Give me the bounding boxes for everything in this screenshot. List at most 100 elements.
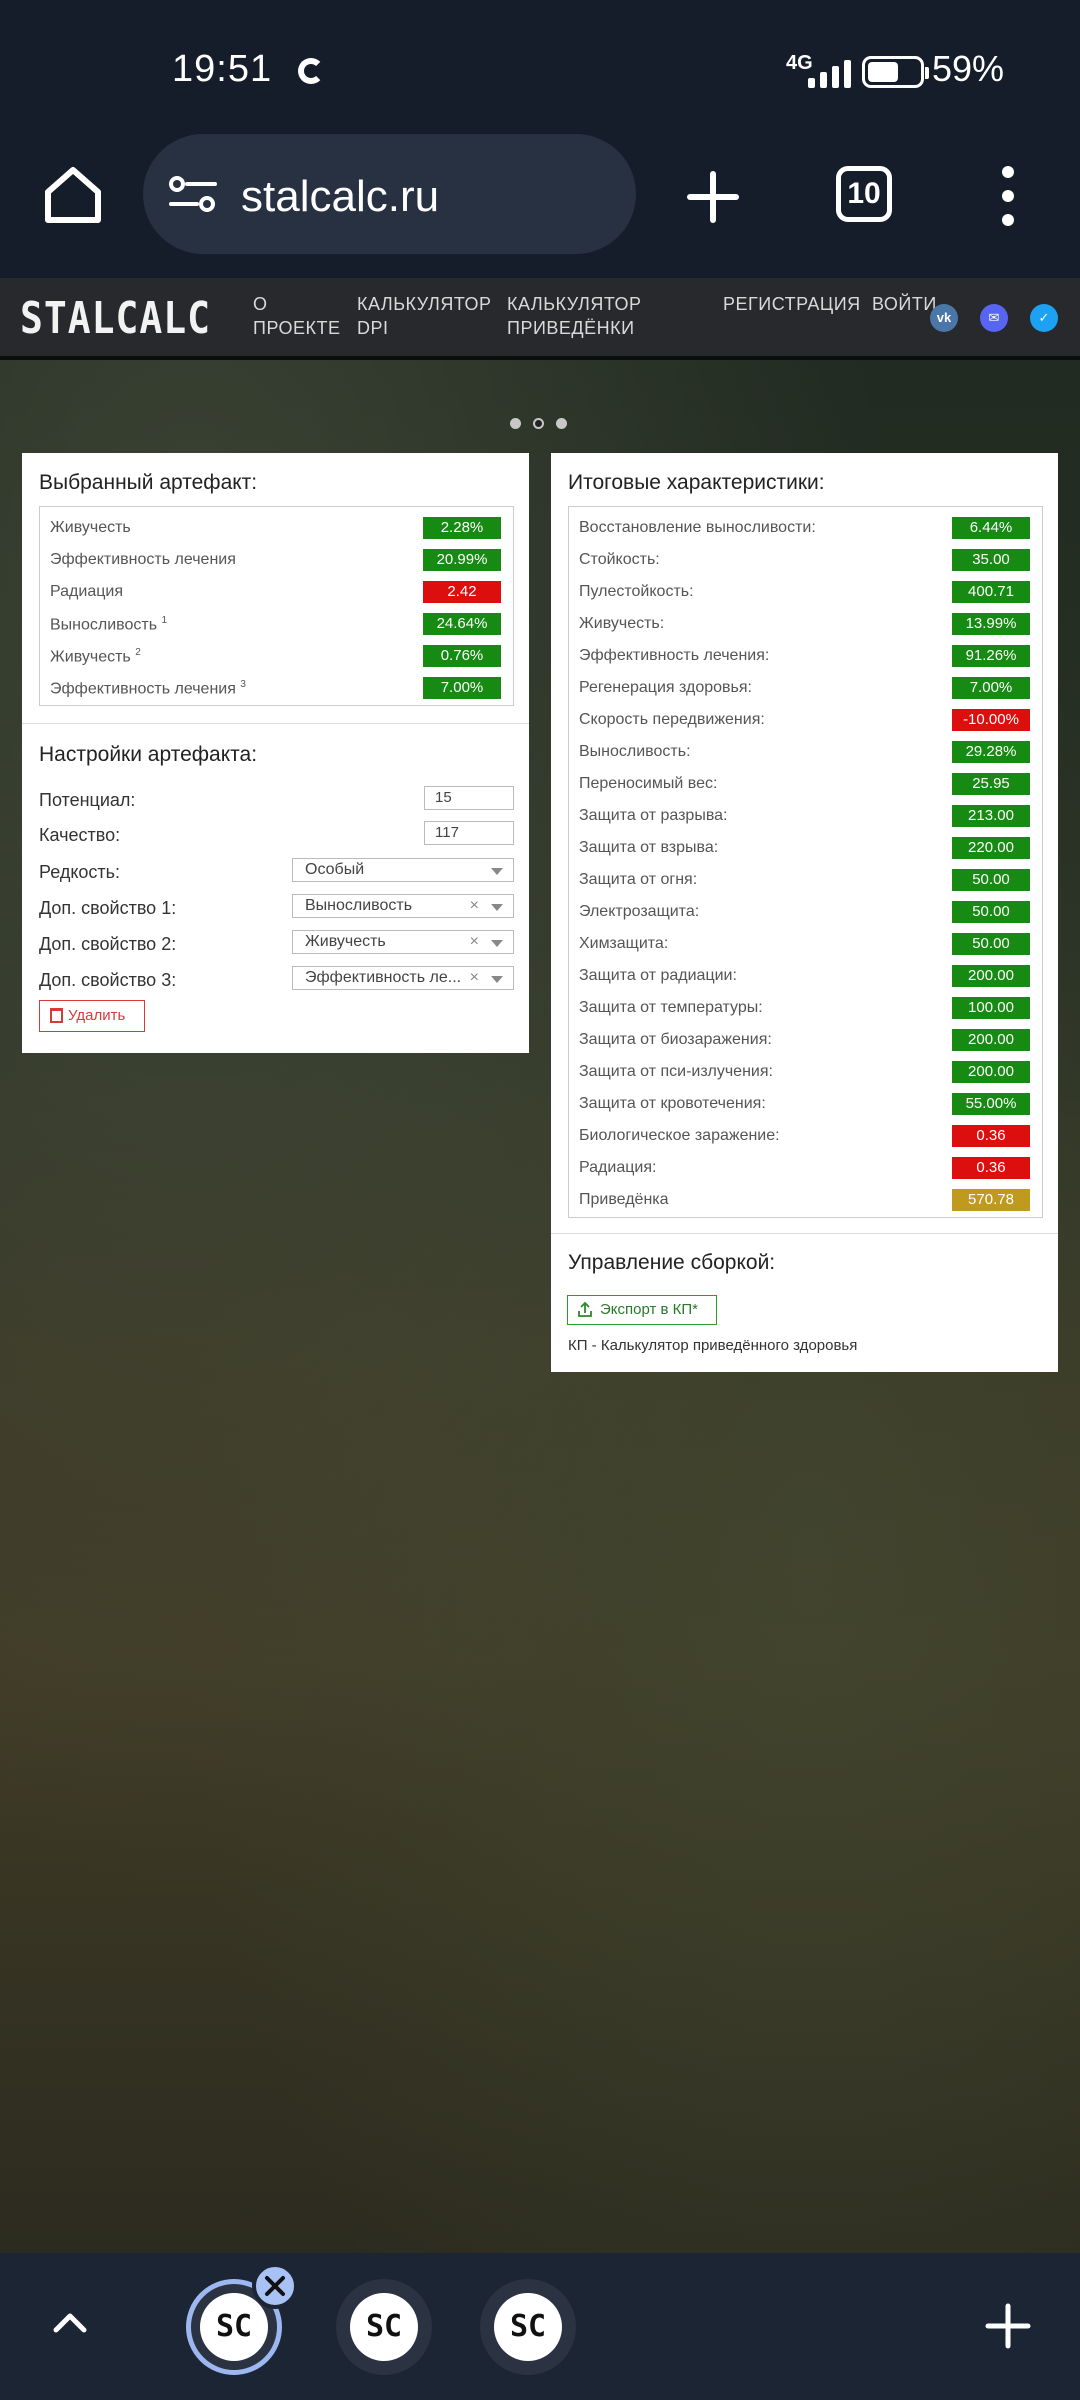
stat-footnote-mark: 1: [161, 615, 168, 626]
stat-label-text: Стойкость:: [579, 551, 660, 568]
stat-row: Эффективность лечения 20.99%: [40, 543, 513, 575]
stat-label-text: Выносливость:: [579, 743, 691, 760]
stat-label-text: Переносимый вес:: [579, 775, 718, 792]
stat-value-badge: 0.76%: [423, 645, 501, 667]
extra2-select[interactable]: Живучесть ×: [292, 930, 514, 954]
add-tab-icon[interactable]: [985, 2303, 1031, 2349]
favicon: SC: [494, 2293, 562, 2361]
home-icon[interactable]: [40, 162, 106, 228]
stat-value-badge: 2.42: [423, 581, 501, 603]
stat-value-badge: 7.00%: [952, 677, 1030, 699]
stat-label-text: Эффективность лечения: [50, 551, 236, 568]
site-logo[interactable]: STALCALC: [20, 293, 211, 344]
stat-value-badge: 29.28%: [952, 741, 1030, 763]
discord-icon[interactable]: ✉: [980, 304, 1008, 332]
site-settings-icon[interactable]: [167, 174, 219, 214]
stat-label: Живучесть: [50, 519, 131, 537]
artifact-panel: Выбранный артефакт: Живучесть 2.28% Эффект…: [22, 453, 529, 1053]
delete-button[interactable]: Удалить: [39, 1000, 145, 1032]
stat-row: Пулестойкость: 400.71: [569, 575, 1042, 607]
stat-value-badge: 50.00: [952, 869, 1030, 891]
stat-label: Регенерация здоровья:: [579, 679, 752, 697]
stat-row: Защита от взрыва: 220.00: [569, 831, 1042, 863]
stat-row: Живучесть: 13.99%: [569, 607, 1042, 639]
stat-label-text: Скорость передвижения:: [579, 711, 765, 728]
tab-switcher-button[interactable]: 10: [836, 166, 892, 222]
stat-value-badge: 400.71: [952, 581, 1030, 603]
extra2-value: Живучесть: [305, 933, 386, 950]
artifact-settings-title: Настройки артефакта:: [39, 743, 258, 766]
potential-label: Потенциал:: [39, 790, 136, 810]
stat-value-badge: 50.00: [952, 933, 1030, 955]
carousel-dot-active[interactable]: [533, 418, 544, 429]
stat-value-badge: 24.64%: [423, 613, 501, 635]
carousel-dots[interactable]: [510, 418, 567, 429]
address-bar[interactable]: stalcalc.ru: [143, 134, 636, 254]
stat-label-text: Живучесть: [50, 648, 131, 666]
tab-strip: SC SC SC: [0, 2253, 1080, 2400]
stat-row: Радиация: 0.36: [569, 1151, 1042, 1183]
extra1-label: Доп. свойство 1:: [39, 898, 177, 918]
potential-input[interactable]: 15: [424, 786, 514, 810]
chevron-down-icon: [491, 940, 503, 947]
clear-icon[interactable]: ×: [470, 931, 479, 953]
stat-label-text: Приведёнка: [579, 1191, 669, 1208]
stat-footnote-mark: 2: [135, 647, 141, 658]
rarity-select[interactable]: Особый: [292, 858, 514, 882]
stat-row: Скорость передвижения: -10.00%: [569, 703, 1042, 735]
totals-title: Итоговые характеристики:: [568, 471, 825, 494]
stat-label: Скорость передвижения:: [579, 711, 765, 729]
nav-about[interactable]: О ПРОЕКТЕ: [253, 292, 341, 340]
clear-icon[interactable]: ×: [470, 895, 479, 917]
extra3-select[interactable]: Эффективность ле... ×: [292, 966, 514, 990]
stat-value-badge: -10.00%: [952, 709, 1030, 731]
stat-row: Защита от биозаражения: 200.00: [569, 1023, 1042, 1055]
nav-login[interactable]: ВОЙТИ: [872, 292, 937, 316]
stat-label-text: Эффективность лечения: [50, 680, 236, 698]
tab-thumbnail[interactable]: SC: [480, 2279, 576, 2375]
signal-icon: [808, 60, 851, 88]
stat-value-badge: 20.99%: [423, 549, 501, 571]
more-menu-icon[interactable]: [996, 166, 1020, 226]
nav-register[interactable]: РЕГИСТРАЦИЯ: [723, 292, 861, 316]
quality-input[interactable]: 117: [424, 821, 514, 845]
stat-row: Электрозащита: 50.00: [569, 895, 1042, 927]
stat-label: Стойкость:: [579, 551, 660, 569]
stat-row: Защита от кровотечения: 55.00%: [569, 1087, 1042, 1119]
totals-panel: Итоговые характеристики: Восстановление …: [551, 453, 1058, 1372]
carousel-dot[interactable]: [510, 418, 521, 429]
stat-label-text: Защита от взрыва:: [579, 839, 719, 856]
close-tab-icon[interactable]: [252, 2263, 298, 2309]
new-tab-icon[interactable]: [686, 170, 740, 224]
divider: [22, 723, 529, 724]
stat-row: Защита от разрыва: 213.00: [569, 799, 1042, 831]
tab-thumbnail[interactable]: SC: [336, 2279, 432, 2375]
stat-label: Защита от радиации:: [579, 967, 737, 985]
stat-value-badge: 570.78: [952, 1189, 1030, 1211]
chevron-down-icon: [491, 868, 503, 875]
stat-label-text: Живучесть:: [579, 615, 665, 632]
twitter-icon[interactable]: ✓: [1030, 304, 1058, 332]
stat-row: Химзащита: 50.00: [569, 927, 1042, 959]
stat-value-badge: 200.00: [952, 1061, 1030, 1083]
trash-icon: [50, 1008, 63, 1023]
vk-icon[interactable]: vk: [930, 304, 958, 332]
carousel-dot[interactable]: [556, 418, 567, 429]
stat-value-badge: 50.00: [952, 901, 1030, 923]
stat-value-badge: 100.00: [952, 997, 1030, 1019]
stat-row: Восстановление выносливости: 6.44%: [569, 511, 1042, 543]
extra1-select[interactable]: Выносливость ×: [292, 894, 514, 918]
stat-label-text: Радиация:: [579, 1159, 657, 1176]
stat-row: Эффективность лечения 3 7.00%: [40, 671, 513, 703]
url-text[interactable]: stalcalc.ru: [241, 172, 439, 222]
export-button[interactable]: Экспорт в КП*: [567, 1295, 717, 1325]
nav-dpi-calculator[interactable]: КАЛЬКУЛЯТОР DPI: [357, 292, 492, 340]
stat-label: Защита от кровотечения:: [579, 1095, 766, 1113]
stat-value-badge: 0.36: [952, 1125, 1030, 1147]
stat-label: Защита от температуры:: [579, 999, 763, 1017]
chevron-up-icon[interactable]: [50, 2308, 90, 2338]
stat-label-text: Защита от кровотечения:: [579, 1095, 766, 1112]
stat-label: Биологическое заражение:: [579, 1127, 780, 1145]
nav-reduced-calculator[interactable]: КАЛЬКУЛЯТОР ПРИВЕДЁНКИ: [507, 292, 642, 340]
clear-icon[interactable]: ×: [470, 967, 479, 989]
